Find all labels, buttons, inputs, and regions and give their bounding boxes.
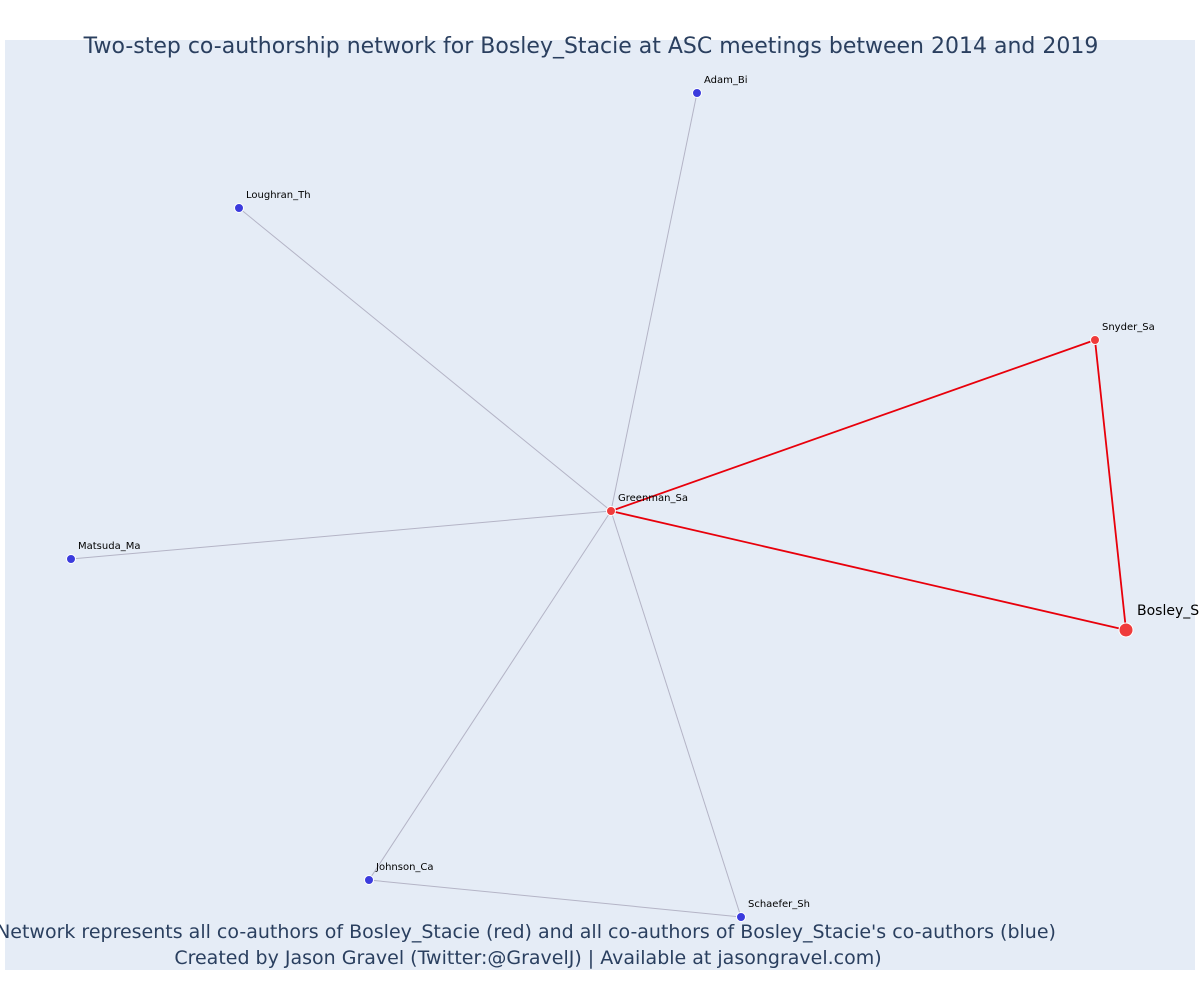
network-diagram: Bosley_S Greenman_Sa Snyder_Sa Adam_Bi Lough… [0,34,1199,970]
node-label-bosley: Bosley_S [1137,603,1199,619]
node-snyder[interactable] [1090,335,1100,345]
node-label-matsuda: Matsuda_Ma [78,541,140,552]
caption-line-2: Created by Jason Gravel (Twitter:@Gravel… [174,947,881,969]
node-label-snyder: Snyder_Sa [1102,322,1155,333]
plot-background [5,40,1195,970]
node-bosley[interactable] [1118,622,1134,638]
node-label-adam: Adam_Bi [704,75,748,86]
node-loughran[interactable] [234,203,244,213]
node-greenman[interactable] [606,506,616,516]
node-adam[interactable] [692,88,702,98]
node-johnson[interactable] [364,875,374,885]
node-matsuda[interactable] [66,554,76,564]
node-label-greenman: Greenman_Sa [618,493,688,504]
node-label-loughran: Loughran_Th [246,190,311,201]
node-label-schaefer: Schaefer_Sh [748,899,810,910]
caption-line-1: Network represents all co-authors of Bos… [0,921,1056,943]
chart-title: Two-step co-authorship network for Bosle… [83,34,1099,59]
node-label-johnson: Johnson_Ca [375,862,434,873]
